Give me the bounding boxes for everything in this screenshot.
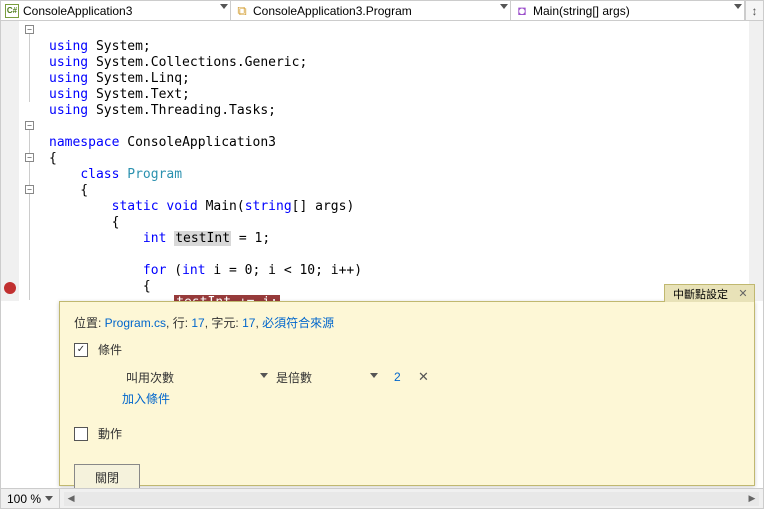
kw-namespace: namespace: [49, 135, 119, 150]
condition-type-value: 叫用次數: [126, 371, 174, 385]
kw-int: int: [143, 231, 166, 246]
code-text: (: [166, 263, 182, 278]
project-dropdown[interactable]: C# ConsoleApplication3: [1, 1, 231, 20]
kw-void: void: [166, 199, 197, 214]
kw-using: using: [49, 87, 88, 102]
condition-op-select[interactable]: 是倍數: [272, 367, 382, 388]
condition-op-value: 是倍數: [276, 371, 312, 385]
context-navbar: C# ConsoleApplication3 ⧉ ConsoleApplicat…: [1, 1, 763, 21]
loc-line-label: 行:: [173, 316, 192, 330]
kw-using: using: [49, 71, 88, 86]
chevron-down-icon: [45, 496, 53, 501]
code-content[interactable]: using System; using System.Collections.G…: [41, 21, 763, 301]
chevron-down-icon: [260, 373, 268, 378]
kw-for: for: [143, 263, 166, 278]
fold-gutter[interactable]: − − − −: [19, 21, 41, 301]
kw-static: static: [112, 199, 159, 214]
loc-line-link[interactable]: 17: [191, 316, 204, 330]
method-name: Main(string[] args): [533, 4, 630, 18]
add-condition-link[interactable]: 加入條件: [122, 390, 740, 407]
remove-condition-icon[interactable]: ✕: [418, 369, 429, 385]
kw-using: using: [49, 103, 88, 118]
condition-label: 條件: [98, 341, 122, 358]
condition-type-select[interactable]: 叫用次數: [122, 367, 272, 388]
var-ref: testInt: [174, 231, 231, 246]
class-name: ConsoleApplication3.Program: [253, 4, 412, 18]
code-text: System.Threading.Tasks;: [88, 103, 276, 118]
fold-toggle[interactable]: −: [25, 153, 34, 162]
condition-value-input[interactable]: 2: [390, 368, 412, 386]
fold-toggle[interactable]: −: [25, 25, 34, 34]
fold-toggle[interactable]: −: [25, 121, 34, 130]
ns-name: ConsoleApplication3: [127, 135, 276, 150]
action-checkbox[interactable]: [74, 427, 88, 441]
kw-string: string: [245, 199, 292, 214]
project-name: ConsoleApplication3: [23, 4, 132, 18]
code-text: System.Collections.Generic;: [88, 55, 307, 70]
panel-titlebar: 中斷點設定 ✕: [664, 284, 755, 302]
code-text: System.Linq;: [88, 71, 190, 86]
action-row: 動作: [74, 425, 740, 442]
zoom-value: 100 %: [7, 492, 41, 506]
action-label: 動作: [98, 425, 122, 442]
panel-title: 中斷點設定: [673, 286, 728, 302]
condition-row: ✓ 條件: [74, 341, 740, 358]
scroll-left-icon[interactable]: ◀: [64, 492, 78, 506]
class-dropdown[interactable]: ⧉ ConsoleApplication3.Program: [231, 1, 511, 20]
code-text: i = 0; i < 10; i++): [206, 263, 363, 278]
bottom-bar: 100 % ◀ ▶: [1, 488, 763, 508]
class-icon: ⧉: [235, 4, 249, 18]
chevron-down-icon: [500, 4, 508, 9]
breakpoint-dot-icon[interactable]: [4, 282, 16, 294]
expand-button[interactable]: ↕: [745, 1, 763, 20]
code-text: = 1;: [231, 231, 270, 246]
kw-using: using: [49, 55, 88, 70]
chevron-down-icon: [734, 4, 742, 9]
kw-class: class: [80, 167, 119, 182]
condition-config-row: 叫用次數 是倍數 2 ✕: [122, 366, 740, 388]
method-icon: ◘: [515, 4, 529, 18]
loc-char-label: 字元:: [211, 316, 242, 330]
chevron-down-icon: [370, 373, 378, 378]
scroll-right-icon[interactable]: ▶: [745, 492, 759, 506]
location-line: 位置: Program.cs, 行: 17, 字元: 17, 必須符合來源: [74, 314, 740, 331]
zoom-dropdown[interactable]: 100 %: [1, 489, 60, 508]
loc-file-link[interactable]: Program.cs: [105, 316, 166, 330]
close-button[interactable]: 關閉: [74, 464, 140, 491]
loc-char-link[interactable]: 17: [242, 316, 255, 330]
close-icon[interactable]: ✕: [736, 287, 750, 301]
code-text: System;: [88, 39, 151, 54]
kw-int: int: [182, 263, 205, 278]
loc-label: 位置:: [74, 316, 105, 330]
vertical-scrollbar[interactable]: [749, 21, 763, 301]
loc-match-link[interactable]: 必須符合來源: [262, 316, 334, 330]
method-dropdown[interactable]: ◘ Main(string[] args): [511, 1, 745, 20]
class-name: Program: [127, 167, 182, 182]
breakpoint-settings-panel: 中斷點設定 ✕ 位置: Program.cs, 行: 17, 字元: 17, 必…: [59, 301, 755, 486]
horizontal-scrollbar[interactable]: ◀ ▶: [64, 492, 759, 506]
kw-using: using: [49, 39, 88, 54]
fold-line: [29, 34, 30, 102]
code-editor[interactable]: − − − − using System; using System.Colle…: [1, 21, 763, 301]
method-args: [] args: [292, 199, 347, 214]
breakpoint-gutter[interactable]: [1, 21, 19, 301]
csharp-icon: C#: [5, 4, 19, 18]
method-name: Main: [206, 199, 237, 214]
chevron-down-icon: [220, 4, 228, 9]
condition-checkbox[interactable]: ✓: [74, 343, 88, 357]
code-text: System.Text;: [88, 87, 190, 102]
fold-toggle[interactable]: −: [25, 185, 34, 194]
